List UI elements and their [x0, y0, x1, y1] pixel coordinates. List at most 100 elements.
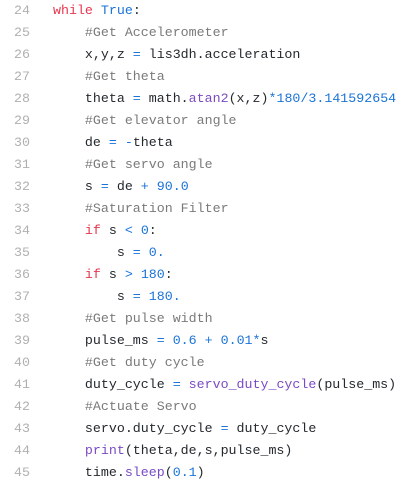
code-view: 24 while True: 25 #Get Accelerometer 26 x,y…: [0, 0, 414, 484]
code-text: s = 180.: [53, 286, 181, 308]
code-line: 40 #Get duty cycle: [0, 352, 414, 374]
line-number: 31: [14, 157, 30, 172]
code-token: =: [132, 245, 141, 260]
code-token: #Get servo angle: [84, 157, 213, 172]
code-token: :: [132, 3, 141, 18]
code-token: sleep: [124, 465, 165, 480]
code-token: -: [124, 135, 133, 150]
code-token: :: [148, 223, 157, 238]
code-line: 42 #Actuate Servo: [0, 396, 414, 418]
code-token: 90.0: [156, 179, 189, 194]
line-number: 41: [14, 377, 30, 392]
code-token: math.: [140, 91, 189, 106]
code-token: duty_cycle: [53, 377, 173, 392]
code-token: time.: [53, 465, 125, 480]
code-token: :: [164, 267, 173, 282]
code-text: servo.duty_cycle = duty_cycle: [53, 418, 316, 440]
line-number: 33: [14, 201, 30, 216]
code-line: 24 while True:: [0, 0, 414, 22]
line-number: 25: [14, 25, 30, 40]
code-text: #Saturation Filter: [53, 198, 229, 220]
code-text: time.sleep(0.1): [53, 462, 205, 484]
code-line: 25 #Get Accelerometer: [0, 22, 414, 44]
line-number: 44: [14, 443, 30, 458]
code-text: #Get servo angle: [53, 154, 213, 176]
code-token: ): [196, 465, 205, 480]
code-line: 39 pulse_ms = 0.6 + 0.01*s: [0, 330, 414, 352]
code-text: while True:: [53, 0, 141, 22]
code-text: de = -theta: [53, 132, 173, 154]
code-text: if s < 0:: [53, 220, 157, 242]
code-line: 35 s = 0.: [0, 242, 414, 264]
code-token: 0.6: [172, 333, 197, 348]
code-token: servo.duty_cycle: [53, 421, 221, 436]
code-token: (pulse_ms): [316, 377, 397, 392]
line-number: 26: [14, 47, 30, 62]
line-number: 24: [14, 3, 30, 18]
line-number: 43: [14, 421, 30, 436]
code-token: 0.01: [220, 333, 253, 348]
code-text: s = 0.: [53, 242, 165, 264]
code-token: 0: [140, 223, 149, 238]
code-token: #Get theta: [84, 69, 165, 84]
line-number: 28: [14, 91, 30, 106]
code-line: 37 s = 180.: [0, 286, 414, 308]
code-token: *: [252, 333, 261, 348]
code-token: =: [132, 289, 141, 304]
code-token: *180/3.141592654: [268, 91, 397, 106]
code-text: s = de + 90.0: [53, 176, 189, 198]
code-token: =: [132, 91, 141, 106]
code-token: lis3dh.acceleration: [140, 47, 301, 62]
line-number: 34: [14, 223, 30, 238]
code-token: >: [124, 267, 133, 282]
code-token: atan2: [188, 91, 229, 106]
code-token: =: [108, 135, 117, 150]
code-token: print: [84, 443, 125, 458]
line-number: 38: [14, 311, 30, 326]
code-token: #Actuate Servo: [84, 399, 197, 414]
code-line: 27 #Get theta: [0, 66, 414, 88]
code-token: <: [124, 223, 133, 238]
code-token: while: [53, 3, 93, 18]
code-token: =: [172, 377, 181, 392]
code-token: theta: [132, 135, 173, 150]
code-text: x,y,z = lis3dh.acceleration: [53, 44, 300, 66]
code-token: x,y,z: [53, 47, 133, 62]
code-token: +: [204, 333, 213, 348]
code-token: s: [100, 223, 125, 238]
code-line: 43 servo.duty_cycle = duty_cycle: [0, 418, 414, 440]
code-line: 29 #Get elevator angle: [0, 110, 414, 132]
code-line: 26 x,y,z = lis3dh.acceleration: [0, 44, 414, 66]
code-line: 41 duty_cycle = servo_duty_cycle(pulse_m…: [0, 374, 414, 396]
code-line: 45 time.sleep(0.1): [0, 462, 414, 484]
code-token: =: [220, 421, 229, 436]
line-number: 29: [14, 113, 30, 128]
code-text: if s > 180:: [53, 264, 173, 286]
code-token: de: [108, 179, 141, 194]
code-token: True: [100, 3, 133, 18]
code-token: =: [156, 333, 165, 348]
code-token: 180: [140, 267, 165, 282]
code-text: #Actuate Servo: [53, 396, 197, 418]
code-token: if: [84, 267, 101, 282]
code-token: duty_cycle: [228, 421, 317, 436]
code-line: 44 print(theta,de,s,pulse_ms): [0, 440, 414, 462]
line-number: 45: [14, 465, 30, 480]
line-number: 36: [14, 267, 30, 282]
